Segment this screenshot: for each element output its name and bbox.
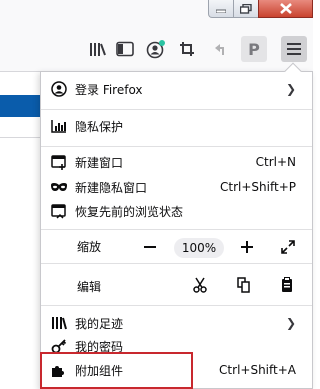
new-private-window-shortcut: Ctrl+Shift+P bbox=[220, 180, 296, 194]
copy-button[interactable] bbox=[234, 275, 254, 295]
menu-separator bbox=[41, 263, 312, 264]
minimize-icon bbox=[216, 9, 226, 13]
chart-icon bbox=[49, 116, 69, 136]
crop-icon bbox=[180, 42, 194, 56]
close-icon bbox=[279, 3, 292, 14]
zoom-in-button[interactable] bbox=[237, 237, 257, 257]
paste-button[interactable] bbox=[277, 275, 297, 295]
hamburger-menu-icon bbox=[287, 43, 301, 55]
menu-item-library[interactable]: 我的足迹 ❯ bbox=[41, 311, 312, 335]
new-window-icon bbox=[49, 152, 69, 172]
private-mask-icon bbox=[49, 177, 69, 197]
account-icon bbox=[146, 40, 165, 59]
library-icon bbox=[90, 43, 106, 56]
menu-item-new-window[interactable]: 新建窗口 Ctrl+N bbox=[41, 150, 312, 174]
library-icon bbox=[49, 313, 69, 333]
menu-separator bbox=[41, 305, 312, 306]
minimize-button[interactable] bbox=[208, 0, 234, 18]
menu-separator bbox=[41, 229, 312, 230]
fullscreen-button[interactable] bbox=[278, 237, 298, 257]
maximize-button[interactable] bbox=[233, 0, 259, 18]
undo-button[interactable] bbox=[207, 36, 233, 62]
minus-icon bbox=[144, 246, 156, 248]
new-window-label: 新建窗口 bbox=[75, 155, 124, 170]
new-private-window-label: 新建隐私窗口 bbox=[75, 180, 148, 195]
navigation-toolbar: P bbox=[0, 26, 313, 72]
close-button[interactable] bbox=[258, 0, 313, 18]
zoom-label: 缩放 bbox=[77, 240, 102, 254]
menu-separator bbox=[41, 109, 312, 110]
page-divider bbox=[0, 137, 40, 138]
title-bar bbox=[0, 0, 313, 26]
scissors-icon bbox=[193, 277, 207, 293]
extension-p-button[interactable]: P bbox=[241, 36, 267, 62]
privacy-label: 隐私保护 bbox=[75, 119, 124, 134]
chevron-right-icon: ❯ bbox=[285, 316, 296, 330]
restore-session-label: 恢复先前的浏览状态 bbox=[75, 204, 184, 219]
restore-session-icon bbox=[49, 201, 69, 221]
menu-item-restore-session[interactable]: 恢复先前的浏览状态 bbox=[41, 199, 312, 223]
cut-button[interactable] bbox=[190, 275, 210, 295]
zoom-reset-button[interactable]: 100% bbox=[174, 238, 224, 258]
paste-icon bbox=[282, 277, 292, 292]
plus-icon bbox=[241, 241, 253, 253]
new-window-shortcut: Ctrl+N bbox=[255, 155, 296, 169]
edit-label: 编辑 bbox=[77, 280, 102, 294]
library-button[interactable] bbox=[85, 36, 111, 62]
addons-highlight-box bbox=[40, 352, 193, 389]
menu-item-new-private-window[interactable]: 新建隐私窗口 Ctrl+Shift+P bbox=[41, 175, 312, 199]
account-button[interactable] bbox=[143, 36, 169, 62]
library-label: 我的足迹 bbox=[75, 316, 124, 331]
open-menu-button[interactable] bbox=[281, 36, 307, 62]
zoom-out-button[interactable] bbox=[140, 237, 160, 257]
addons-shortcut: Ctrl+Shift+A bbox=[219, 363, 296, 377]
page-content-banner bbox=[0, 95, 40, 117]
undo-icon bbox=[215, 44, 224, 55]
account-circle-icon bbox=[49, 79, 69, 99]
copy-icon bbox=[237, 277, 250, 293]
menu-separator bbox=[41, 146, 312, 147]
sidebar-button[interactable] bbox=[112, 36, 138, 62]
restore-window-icon bbox=[240, 3, 252, 14]
menu-item-privacy[interactable]: 隐私保护 bbox=[41, 114, 312, 138]
chevron-right-icon: ❯ bbox=[285, 82, 296, 96]
fullscreen-icon bbox=[281, 240, 295, 254]
menu-item-sign-in[interactable]: 登录 Firefox ❯ bbox=[41, 77, 312, 101]
screenshot-button[interactable] bbox=[174, 36, 200, 62]
sidebar-icon bbox=[116, 41, 134, 57]
sign-in-label: 登录 Firefox bbox=[75, 82, 143, 97]
